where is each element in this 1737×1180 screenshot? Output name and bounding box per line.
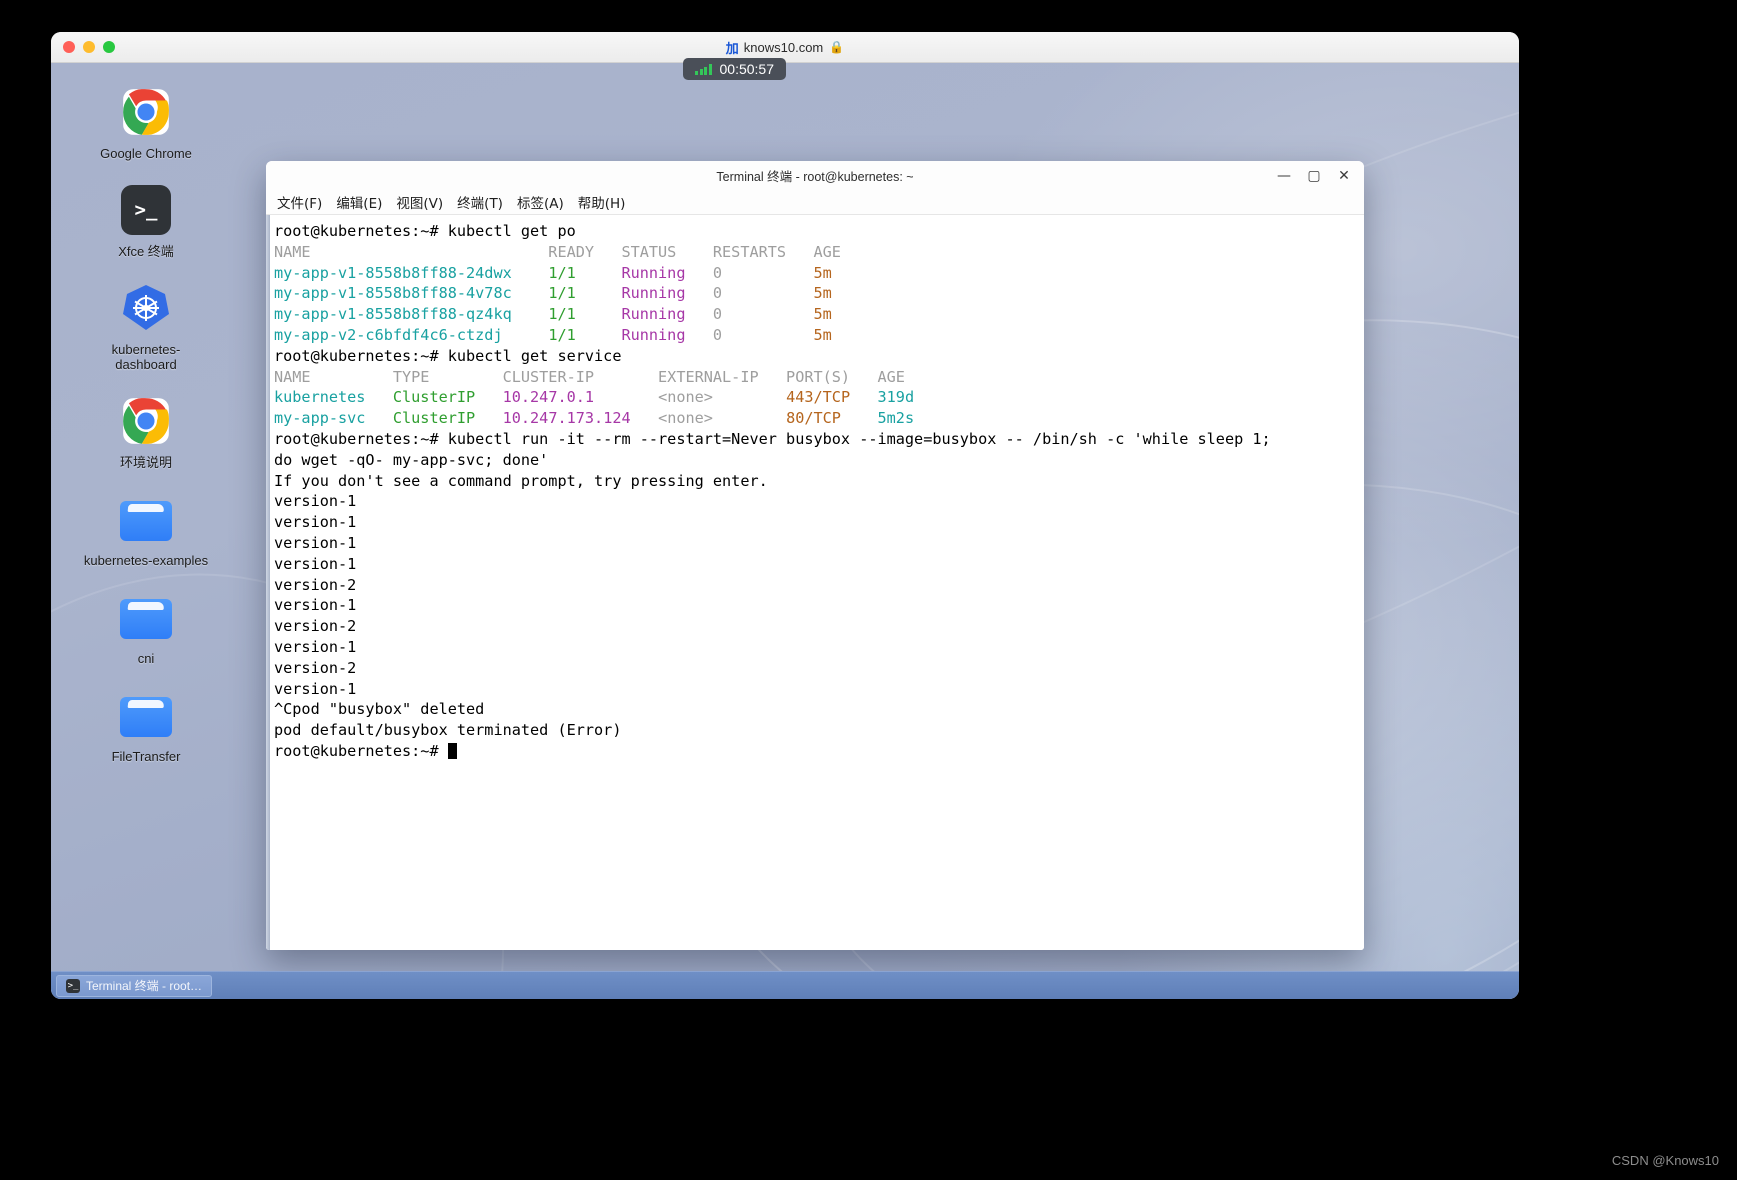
terminal-pod-row: my-app-v2-c6bfdf4c6-ctzdj 1/1 Running 0 …: [274, 325, 832, 344]
session-timer-badge: 00:50:57: [683, 58, 786, 80]
desktop-icon-label: kubernetes-examples: [83, 553, 209, 568]
terminal-pod-row: my-app-v1-8558b8ff88-4v78c 1/1 Running 0…: [274, 284, 832, 303]
terminal-title-label: Terminal 终端 - root@kubernetes: ~: [716, 170, 914, 184]
desktop-icon-filetransfer[interactable]: FileTransfer: [71, 688, 221, 764]
folder-icon-glyph: [120, 595, 172, 639]
folder-icon-glyph: [120, 693, 172, 737]
folder-icon: [119, 590, 173, 644]
watermark-label: CSDN @Knows10: [1611, 1153, 1719, 1168]
menu-item-tabs[interactable]: 标签(A): [510, 190, 571, 214]
terminal-output[interactable]: root@kubernetes:~# kubectl get po NAME RE…: [270, 215, 1364, 950]
terminal-cursor-line: root@kubernetes:~#: [274, 741, 1364, 762]
terminal-line: version-1: [274, 596, 357, 615]
terminal-line: ^Cpod "busybox" deleted: [274, 700, 485, 719]
browser-site-title: 加 knows10.com 🔒: [51, 38, 1519, 57]
folder-icon: [119, 492, 173, 546]
minimize-icon[interactable]: —: [1270, 164, 1298, 188]
terminal-menubar: 文件(F) 编辑(E) 视图(V) 终端(T) 标签(A) 帮助(H): [266, 190, 1364, 215]
site-favicon-icon: 加: [725, 41, 739, 57]
terminal-titlebar[interactable]: Terminal 终端 - root@kubernetes: ~ — ▢ ✕: [266, 161, 1364, 190]
terminal-line: version-1: [274, 637, 357, 656]
desktop-icon-label: kubernetes-dashboard: [111, 342, 181, 372]
chrome-icon: [119, 85, 173, 139]
terminal-line: do wget -qO- my-app-svc; done': [274, 450, 549, 469]
kubernetes-icon: [119, 281, 173, 335]
browser-titlebar: 加 knows10.com 🔒: [51, 32, 1519, 63]
folder-icon: [119, 688, 173, 742]
desktop-icon-column: Google Chrome >_ Xfce 终端 kubernetes-dash…: [71, 85, 221, 786]
desktop-icon-label: cni: [137, 651, 155, 666]
taskbar: >_ Terminal 终端 - root…: [51, 971, 1519, 999]
terminal-prompt-line: root@kubernetes:~# kubectl get service: [274, 346, 622, 365]
desktop-icon-kubernetes-dashboard[interactable]: kubernetes-dashboard: [71, 281, 221, 372]
terminal-line: version-1: [274, 679, 357, 698]
terminal-table-header: NAME READY STATUS RESTARTS AGE: [274, 242, 841, 261]
terminal-line: version-1: [274, 554, 357, 573]
terminal-line: version-2: [274, 658, 357, 677]
lock-icon: 🔒: [829, 40, 845, 54]
desktop-icon-label: FileTransfer: [111, 749, 181, 764]
menu-item-terminal[interactable]: 终端(T): [450, 190, 510, 214]
terminal-line: version-1: [274, 533, 357, 552]
desktop-icon-label: Xfce 终端: [118, 244, 174, 259]
terminal-line: pod default/busybox terminated (Error): [274, 721, 622, 740]
terminal-window[interactable]: Terminal 终端 - root@kubernetes: ~ — ▢ ✕ 文…: [266, 161, 1364, 950]
terminal-table-header: NAME TYPE CLUSTER-IP EXTERNAL-IP PORT(S)…: [274, 367, 905, 386]
terminal-line: version-1: [274, 513, 357, 532]
session-timer-value: 00:50:57: [719, 61, 775, 77]
desktop-icon-label: Google Chrome: [100, 146, 192, 161]
menu-item-edit[interactable]: 编辑(E): [329, 190, 389, 214]
terminal-window-controls: — ▢ ✕: [1270, 161, 1358, 190]
folder-icon-glyph: [120, 497, 172, 541]
terminal-icon-glyph: >_: [121, 185, 171, 235]
terminal-line: If you don't see a command prompt, try p…: [274, 471, 768, 490]
browser-window: 加 knows10.com 🔒 Google Chrome >_ Xfce 终端…: [51, 32, 1519, 999]
terminal-icon: >_: [119, 183, 173, 237]
chrome-icon: [119, 394, 173, 448]
menu-item-file[interactable]: 文件(F): [270, 190, 329, 214]
desktop-icon-kubernetes-examples[interactable]: kubernetes-examples: [71, 492, 221, 568]
desktop-icon-cni[interactable]: cni: [71, 590, 221, 666]
signal-bars-icon: [695, 63, 712, 75]
desktop-icon-huanjing-shuoming[interactable]: 环境说明: [71, 394, 221, 470]
site-domain-label: knows10.com: [743, 39, 824, 55]
terminal-line: version-2: [274, 575, 357, 594]
terminal-service-row: my-app-svc ClusterIP 10.247.173.124 <non…: [274, 409, 915, 428]
menu-item-view[interactable]: 视图(V): [389, 190, 450, 214]
menu-item-help[interactable]: 帮助(H): [571, 190, 633, 214]
terminal-pod-row: my-app-v1-8558b8ff88-qz4kq 1/1 Running 0…: [274, 305, 832, 324]
maximize-icon[interactable]: ▢: [1300, 164, 1328, 188]
terminal-service-row: kubernetes ClusterIP 10.247.0.1 <none> 4…: [274, 388, 915, 407]
desktop-wallpaper: Google Chrome >_ Xfce 终端 kubernetes-dash…: [51, 63, 1519, 999]
taskbar-item-label: Terminal 终端 - root…: [86, 979, 203, 993]
terminal-icon: >_: [66, 978, 80, 993]
close-icon[interactable]: ✕: [1330, 164, 1358, 188]
desktop-icon-xfce-terminal[interactable]: >_ Xfce 终端: [71, 183, 221, 259]
terminal-pod-row: my-app-v1-8558b8ff88-24dwx 1/1 Running 0…: [274, 263, 832, 282]
terminal-body: root@kubernetes:~# kubectl get po NAME RE…: [266, 215, 1364, 950]
desktop-icon-label: 环境说明: [119, 455, 172, 470]
terminal-cursor: [447, 742, 457, 759]
desktop-icon-google-chrome[interactable]: Google Chrome: [71, 85, 221, 161]
terminal-line: version-2: [274, 617, 357, 636]
taskbar-item-terminal[interactable]: >_ Terminal 终端 - root…: [56, 974, 213, 997]
terminal-prompt-line: root@kubernetes:~# kubectl get po: [274, 222, 576, 240]
terminal-line: version-1: [274, 492, 357, 511]
terminal-prompt-line: root@kubernetes:~# kubectl run -it --rm …: [274, 429, 1271, 448]
